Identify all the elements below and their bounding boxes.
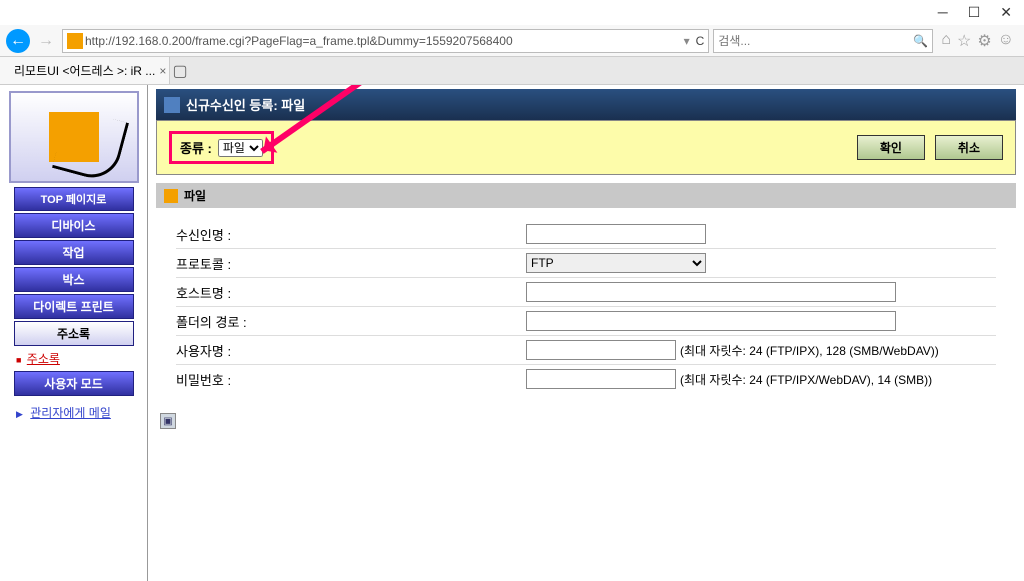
home-icon[interactable]: ⌂ [941,31,951,51]
browser-toolbar: ← → ▾ C 🔍 ⌂ ☆ ⚙ ☺ [0,25,1024,57]
sidebar-nav-2[interactable]: 박스 [14,267,134,292]
forward-button[interactable]: → [34,29,58,53]
folder-icon [164,189,178,203]
search-box[interactable]: 🔍 [713,29,933,53]
sidebar-nav-0[interactable]: 디바이스 [14,213,134,238]
cancel-button[interactable]: 취소 [935,135,1003,160]
sidebar-nav-3[interactable]: 다이렉트 프린트 [14,294,134,319]
search-icon[interactable]: 🔍 [913,34,928,48]
user-hint: (최대 자릿수: 24 (FTP/IPX), 128 (SMB/WebDAV)) [680,342,939,359]
browser-tab[interactable]: 리모트UI <어드레스 >: iR ... × [0,57,170,84]
header-icon [164,97,180,113]
user-label: 사용자명 : [176,341,526,360]
password-label: 비밀번호 : [176,370,526,389]
tab-title: 리모트UI <어드레스 >: iR ... [14,62,155,79]
section-header: 파일 [156,183,1016,208]
emoji-icon[interactable]: ☺ [998,31,1014,51]
path-label: 폴더의 경로 : [176,312,526,331]
form-body: 수신인명 : 프로토콜 : FTP 호스트명 : 폴더의 경로 : 사용자명 : [156,208,1016,405]
confirm-button[interactable]: 확인 [857,135,925,160]
user-input[interactable] [526,340,676,360]
type-selection-bar: 종류 : 파일 확인 취소 [156,120,1016,175]
protocol-label: 프로토콜 : [176,254,526,273]
top-page-button[interactable]: TOP 페이지로 [14,187,134,211]
sidebar-nav-5[interactable]: 사용자 모드 [14,371,134,396]
maximize-button[interactable]: ☐ [968,4,981,21]
site-favicon-icon [67,33,83,49]
page-title: 신규수신인 등록: 파일 [186,95,305,114]
section-title: 파일 [184,187,206,204]
type-label: 종류 : [180,138,212,157]
password-input[interactable] [526,369,676,389]
search-input[interactable] [718,34,913,48]
host-label: 호스트명 : [176,283,526,302]
close-button[interactable]: ✕ [1000,4,1012,21]
address-bar[interactable]: ▾ C [62,29,709,53]
main-panel: 신규수신인 등록: 파일 종류 : 파일 확인 취소 파일 수신인명 : [148,85,1024,581]
back-to-top-icon[interactable]: ▣ [160,413,176,429]
host-input[interactable] [526,282,896,302]
tab-close-icon[interactable]: × [159,64,166,78]
triangle-icon: ▶ [16,409,23,419]
new-tab-button[interactable]: ▢ [170,61,190,81]
window-controls: ─ ☐ ✕ [0,0,1024,25]
page-header: 신규수신인 등록: 파일 [156,89,1016,120]
type-selector-highlight: 종류 : 파일 [169,131,274,164]
toolbar-icons: ⌂ ☆ ⚙ ☺ [937,31,1018,51]
tab-bar: 리모트UI <어드레스 >: iR ... × ▢ [0,57,1024,85]
url-input[interactable] [85,34,684,48]
favorites-icon[interactable]: ☆ [957,31,971,51]
device-logo [9,91,139,183]
recipient-input[interactable] [526,224,706,244]
sidebar: TOP 페이지로 디바이스작업박스다이렉트 프린트주소록 ■ 주소록 사용자 모… [0,85,148,581]
sidebar-nav-4[interactable]: 주소록 [14,321,134,346]
recipient-label: 수신인명 : [176,225,526,244]
back-button[interactable]: ← [6,29,30,53]
minimize-button[interactable]: ─ [938,4,948,21]
bullet-icon: ■ [16,355,21,365]
admin-mail-wrap: ▶ 관리자에게 메일 [16,404,131,421]
logo-icon [49,112,99,162]
protocol-select[interactable]: FTP [526,253,706,273]
path-input[interactable] [526,311,896,331]
dropdown-icon[interactable]: ▾ [684,34,690,48]
sidebar-sublink: ■ 주소록 [16,350,131,367]
sidebar-nav-1[interactable]: 작업 [14,240,134,265]
settings-icon[interactable]: ⚙ [977,31,991,51]
address-book-link[interactable]: 주소록 [27,352,60,366]
admin-mail-link[interactable]: 관리자에게 메일 [30,406,111,420]
password-hint: (최대 자릿수: 24 (FTP/IPX/WebDAV), 14 (SMB)) [680,371,932,388]
refresh-button[interactable]: C [696,34,705,48]
